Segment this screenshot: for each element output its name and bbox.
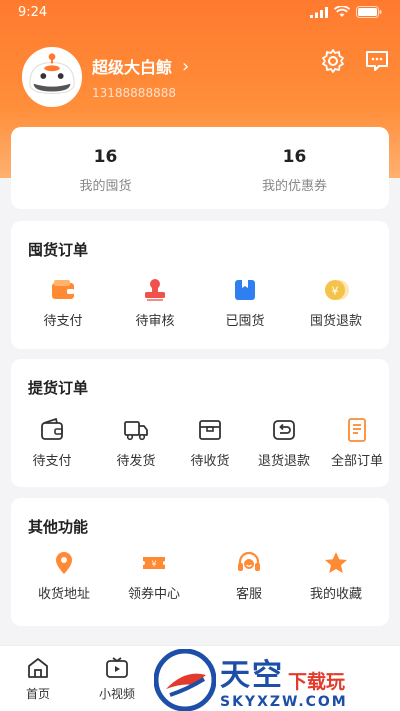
signal-icon [310,6,328,18]
pickup-item-return-refund[interactable]: 退货退款 [254,417,314,469]
status-time: 9:24 [18,4,48,20]
stats-card: 16 我的囤货 16 我的优惠券 [11,127,389,209]
item-label: 客服 [235,587,262,602]
hoard-item-pending-payment[interactable]: 待支付 [41,277,85,329]
svg-text:¥: ¥ [151,560,156,569]
section-title: 囤货订单 [28,241,89,259]
section-title: 其他功能 [28,518,89,536]
item-label: 已囤货 [225,314,265,329]
hoard-item-refund[interactable]: ¥ 囤货退款 [308,277,364,329]
stat-my-coupons[interactable]: 16 我的优惠券 [200,127,389,209]
pickup-item-pending-payment[interactable]: 待支付 [30,417,74,469]
stat-label: 我的优惠券 [261,179,327,194]
username: 超级大白鲸 [92,58,173,77]
item-label: 待收货 [190,454,230,469]
function-item-favorites[interactable]: 我的收藏 [306,550,366,602]
item-label: 待支付 [32,454,72,469]
package-icon [199,420,221,440]
video-icon [106,657,128,678]
location-icon [56,552,72,574]
status-bar: 9:24 [0,0,400,24]
item-label: 囤货退款 [309,314,362,329]
watermark-sub: 下载玩 [288,670,346,693]
status-icons [310,6,382,18]
wifi-icon [334,6,350,17]
chevron-right-icon: › [182,55,190,77]
item-label: 全部订单 [330,454,383,469]
hoard-orders-card: 囤货订单 待支付 待审核 已囤货 ¥ 囤货退款 [11,221,389,349]
svg-text:¥: ¥ [332,285,339,298]
item-label: 退货退款 [257,454,310,469]
wallet-icon [41,417,63,440]
home-icon [28,658,48,678]
pickup-orders-card: 提货订单 待支付 待发货 待收货 退货退款 全部订单 [11,359,389,487]
function-item-customer-service[interactable]: 客服 [227,550,271,602]
watermark-logo: 天空 下载玩 SKYXZW.COM [154,648,400,711]
stat-value: 16 [93,147,118,167]
tab-short-video[interactable]: 小视频 [99,656,135,702]
watermark-brand: 天空 [220,657,284,693]
order-list-icon [348,418,366,442]
whale-mascot-icon [24,49,80,105]
item-label: 领券中心 [127,587,180,602]
watermark-globe-icon [154,648,216,711]
item-label: 收货地址 [37,587,90,602]
stat-my-hoard[interactable]: 16 我的囤货 [11,127,200,209]
coin-refund-icon: ¥ [325,280,349,300]
hoard-item-pending-review[interactable]: 待审核 [133,277,177,329]
username-row[interactable]: 超级大白鲸 › [92,54,189,78]
item-label: 待发货 [116,454,156,469]
pickup-item-all-orders[interactable]: 全部订单 [327,417,387,469]
other-functions-card: 其他功能 收货地址 ¥ 领券中心 客服 我的收藏 [11,498,389,626]
profile-header[interactable]: 超级大白鲸 › 13188888888 [22,47,189,107]
hoard-item-hoarded[interactable]: 已囤货 [223,277,267,329]
wallet-icon [52,280,74,299]
message-icon[interactable] [364,48,390,74]
return-icon [273,420,295,440]
pickup-item-pending-receipt[interactable]: 待收货 [188,417,232,469]
function-item-address[interactable]: 收货地址 [34,550,94,602]
truck-icon [124,421,148,441]
avatar[interactable] [22,47,82,107]
item-label: 待审核 [135,314,175,329]
box-icon [235,280,255,300]
stamp-icon [145,279,165,301]
item-label: 待支付 [43,314,83,329]
stat-value: 16 [282,147,307,167]
item-label: 我的收藏 [309,587,362,602]
tab-home[interactable]: 首页 [26,656,50,702]
stat-label: 我的囤货 [79,179,132,194]
coupon-icon: ¥ [143,557,165,569]
settings-gear-icon[interactable] [320,48,346,74]
tab-label: 首页 [26,687,51,701]
battery-icon [356,6,382,18]
headset-icon [238,551,260,571]
phone-number: 13188888888 [92,86,176,100]
watermark-url: SKYXZW.COM [220,693,348,710]
star-icon [325,552,347,573]
tab-label: 小视频 [99,687,136,701]
function-item-coupon-center[interactable]: ¥ 领券中心 [124,550,184,602]
pickup-item-pending-shipment[interactable]: 待发货 [114,417,158,469]
section-title: 提货订单 [28,379,89,397]
